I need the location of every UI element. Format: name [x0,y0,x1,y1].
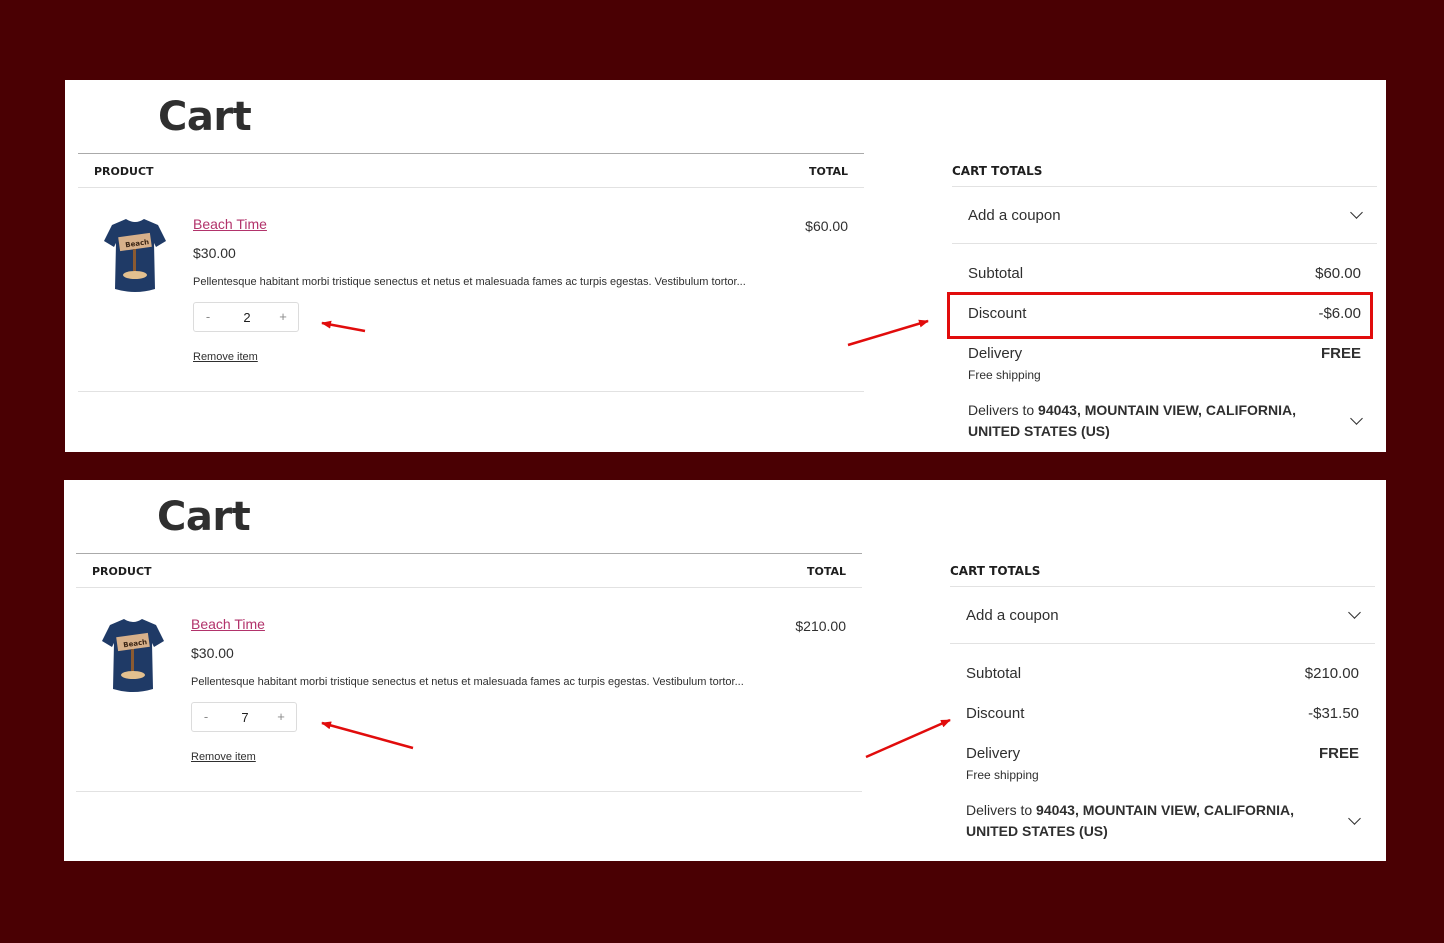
subtotal-value: $60.00 [1315,265,1361,282]
discount-highlight-box [947,292,1373,339]
unit-price: $30.00 [191,645,234,661]
decrease-quantity-button[interactable]: - [198,309,218,324]
product-name-link[interactable]: Beach Time [191,616,265,632]
product-thumbnail[interactable]: Beach [100,215,170,295]
subtotal-label: Subtotal [966,665,1022,682]
delivery-label: Delivery [966,745,1021,762]
chevron-down-icon[interactable] [1348,812,1361,825]
add-coupon-label: Add a coupon [968,207,1061,224]
cart-totals-heading: CART TOTALS [952,164,1043,178]
increase-quantity-button[interactable]: + [271,709,291,724]
subtotal-label: Subtotal [968,265,1024,282]
cart-table: PRODUCT TOTAL Beach Beach Time $30.00 Pe… [76,553,862,792]
subtotal-row: Subtotal $210.00 [966,665,1359,682]
cart-totals: CART TOTALS Add a coupon Subtotal $210.0… [950,553,1375,839]
delivery-row: Delivery FREE [968,345,1361,362]
table-header: PRODUCT TOTAL [76,553,862,588]
page-title: Cart [157,494,251,540]
remove-item-link[interactable]: Remove item [193,351,258,363]
delivery-row: Delivery FREE [966,745,1359,762]
quantity-stepper[interactable]: - 2 + [193,302,299,332]
cart-totals: CART TOTALS Add a coupon Subtotal $60.00… [952,153,1377,439]
add-coupon-toggle[interactable]: Add a coupon [950,587,1375,644]
cart-panel-after: Cart PRODUCT TOTAL Beach Beach Time $30.… [64,480,1386,861]
quantity-value[interactable]: 7 [230,710,260,725]
add-coupon-toggle[interactable]: Add a coupon [952,187,1377,244]
discount-label: Discount [966,705,1025,722]
delivers-prefix: Delivers to [966,802,1037,818]
column-header-product: PRODUCT [92,565,152,578]
page-title: Cart [158,94,252,140]
column-header-total: TOTAL [806,565,846,578]
subtotal-value: $210.00 [1304,665,1359,682]
delivers-to: Delivers to 94043, MOUNTAIN VIEW, CALIFO… [968,400,1313,442]
delivery-note: Free shipping [968,368,1041,382]
product-description: Pellentesque habitant morbi tristique se… [191,676,744,688]
product-description: Pellentesque habitant morbi tristique se… [193,276,746,288]
add-coupon-label: Add a coupon [966,607,1059,624]
cart-panel-before: Cart PRODUCT TOTAL Beach Beach Time $30.… [65,80,1386,452]
discount-row: Discount -$31.50 [966,705,1359,722]
line-total: $60.00 [805,218,848,234]
unit-price: $30.00 [193,245,236,261]
chevron-down-icon [1348,606,1361,619]
cart-totals-header: CART TOTALS [952,153,1377,187]
cart-totals-heading: CART TOTALS [950,564,1041,578]
cart-table: PRODUCT TOTAL Beach Beach Time $30.00 Pe… [78,153,864,392]
line-total: $210.00 [795,618,846,634]
product-name-link[interactable]: Beach Time [193,216,267,232]
column-header-product: PRODUCT [94,165,154,178]
chevron-down-icon [1350,206,1363,219]
delivery-value: FREE [1318,745,1359,762]
table-row: Beach Beach Time $30.00 Pellentesque hab… [76,588,862,792]
decrease-quantity-button[interactable]: - [196,709,216,724]
table-header: PRODUCT TOTAL [78,153,864,188]
quantity-value[interactable]: 2 [232,310,262,325]
delivers-prefix: Delivers to [968,402,1039,418]
cart-totals-header: CART TOTALS [950,553,1375,587]
chevron-down-icon[interactable] [1350,412,1363,425]
quantity-stepper[interactable]: - 7 + [191,702,297,732]
delivery-value: FREE [1320,345,1361,362]
column-header-total: TOTAL [808,165,848,178]
discount-value: -$31.50 [1308,705,1359,722]
table-row: Beach Beach Time $30.00 Pellentesque hab… [78,188,864,392]
subtotal-row: Subtotal $60.00 [968,265,1361,282]
remove-item-link[interactable]: Remove item [191,751,256,763]
increase-quantity-button[interactable]: + [273,309,293,324]
delivery-note: Free shipping [966,768,1039,782]
delivery-label: Delivery [968,345,1023,362]
delivers-to: Delivers to 94043, MOUNTAIN VIEW, CALIFO… [966,800,1311,842]
product-thumbnail[interactable]: Beach [98,615,168,695]
